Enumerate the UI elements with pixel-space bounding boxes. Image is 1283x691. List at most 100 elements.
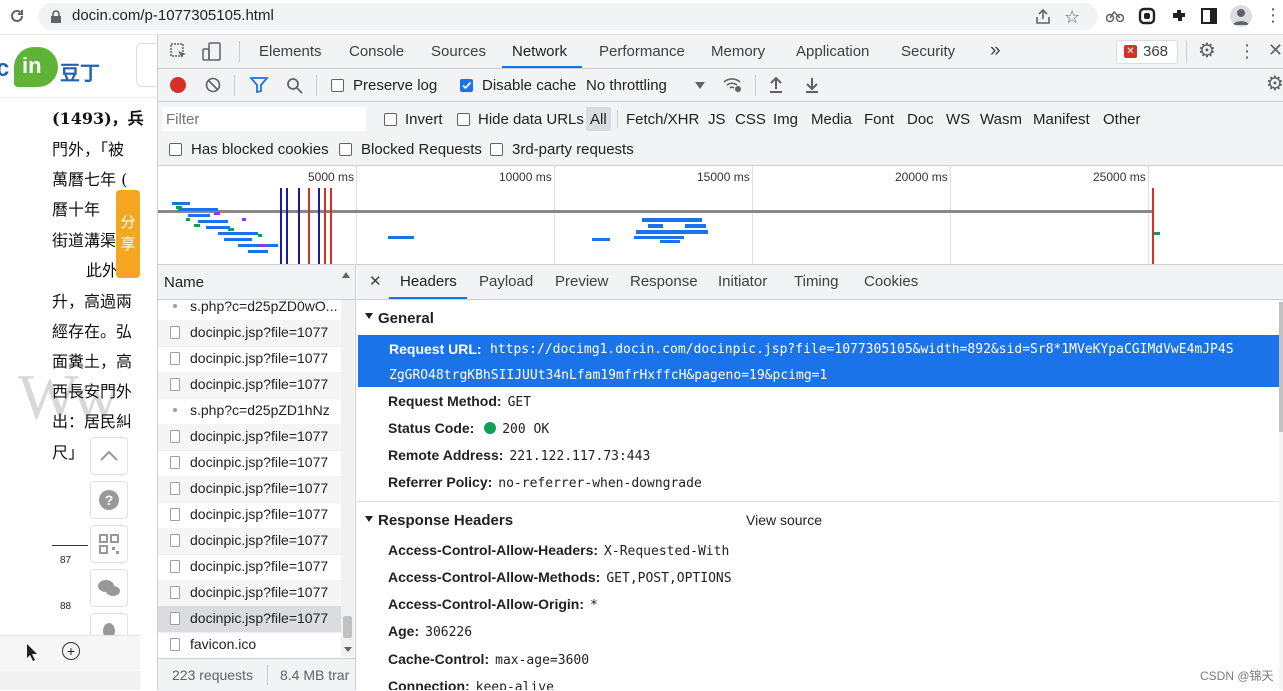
view-source-link[interactable]: View source <box>746 512 822 528</box>
network-conditions-icon[interactable] <box>723 76 743 97</box>
request-row[interactable]: s.php?c=d25pZD1hNz <box>158 398 341 425</box>
filter-funnel-icon[interactable] <box>249 77 269 96</box>
request-row[interactable]: docinpic.jsp?file=1077 <box>158 450 341 477</box>
tab-application[interactable]: Application <box>796 43 869 60</box>
tab-performance[interactable]: Performance <box>599 43 685 60</box>
response-headers-toggle[interactable] <box>365 516 373 522</box>
disable-cache-checkbox[interactable] <box>460 79 473 92</box>
type-filter-manifest[interactable]: Manifest <box>1033 111 1090 128</box>
close-devtools-icon[interactable]: ✕ <box>1268 40 1283 60</box>
extensions-puzzle-icon[interactable] <box>1170 7 1188 28</box>
share-tab[interactable]: 分享 <box>116 190 140 278</box>
type-filter-font[interactable]: Font <box>864 111 894 128</box>
tab-network[interactable]: Network <box>512 43 567 60</box>
type-filter-media[interactable]: Media <box>811 111 852 128</box>
request-row[interactable]: s.php?c=d25pZD0wO... <box>158 300 341 321</box>
tab-cookies[interactable]: Cookies <box>864 273 918 290</box>
tab-timing[interactable]: Timing <box>794 273 838 290</box>
request-list-scrollbar[interactable] <box>341 300 354 657</box>
clear-icon[interactable] <box>205 77 221 93</box>
has-blocked-cookies-checkbox[interactable] <box>169 143 182 156</box>
tab-payload[interactable]: Payload <box>479 273 533 290</box>
request-row[interactable]: docinpic.jsp?file=1077 <box>158 320 341 347</box>
scroll-up-button[interactable] <box>90 437 128 475</box>
tab-sources[interactable]: Sources <box>431 43 486 60</box>
type-filter-all[interactable]: All <box>590 111 607 128</box>
page-horizontal-scrollbar[interactable] <box>0 671 140 690</box>
request-list-scrollbar-thumb[interactable] <box>343 616 352 638</box>
tab-elements[interactable]: Elements <box>259 43 322 60</box>
sort-up-icon[interactable] <box>342 272 350 278</box>
tab-initiator[interactable]: Initiator <box>718 273 767 290</box>
request-row[interactable]: docinpic.jsp?file=1077 <box>158 346 341 373</box>
invert-checkbox[interactable] <box>384 113 397 126</box>
request-row-selected[interactable]: docinpic.jsp?file=1077 <box>158 606 341 633</box>
filter-input[interactable] <box>162 107 366 131</box>
lock-icon[interactable] <box>50 10 62 27</box>
extension-rounded-square-icon[interactable] <box>1138 7 1156 28</box>
devtools-menu-icon[interactable]: ⋮ <box>1238 41 1256 61</box>
request-row[interactable]: docinpic.jsp?file=1077 <box>158 476 341 503</box>
bookmark-star-icon[interactable]: ☆ <box>1064 7 1080 28</box>
details-scrollbar[interactable] <box>1279 300 1283 690</box>
tab-headers[interactable]: Headers <box>400 273 457 290</box>
general-section-toggle[interactable] <box>365 313 373 319</box>
close-details-icon[interactable]: ✕ <box>369 272 382 290</box>
type-filter-wasm[interactable]: Wasm <box>980 111 1022 128</box>
details-scrollbar-thumb[interactable] <box>1279 302 1283 432</box>
type-filter-other[interactable]: Other <box>1103 111 1141 128</box>
login-button-fragment[interactable] <box>136 43 156 87</box>
tab-preview[interactable]: Preview <box>555 273 608 290</box>
help-button[interactable]: ? <box>90 481 128 519</box>
device-toolbar-icon[interactable] <box>202 42 222 65</box>
type-filter-doc[interactable]: Doc <box>907 111 934 128</box>
extension-bike-icon[interactable] <box>1105 8 1125 27</box>
request-url-value-continued[interactable]: ZgGRO48trgKBhSIIJUUt34nLfam19mfrHxffcH&p… <box>389 368 827 383</box>
tab-console[interactable]: Console <box>349 43 404 60</box>
wechat-button[interactable] <box>90 569 128 607</box>
type-filter-js[interactable]: JS <box>708 111 726 128</box>
request-row[interactable]: docinpic.jsp?file=1077 <box>158 372 341 399</box>
preserve-log-checkbox[interactable] <box>331 79 344 92</box>
inspect-element-icon[interactable] <box>170 43 188 64</box>
request-row[interactable]: favicon.ico <box>158 632 341 657</box>
pointer-icon[interactable] <box>24 642 40 665</box>
profile-avatar-icon[interactable] <box>1230 5 1252 27</box>
overview-timeline[interactable]: 5000 ms 10000 ms 15000 ms 20000 ms 25000… <box>158 166 1283 265</box>
reload-icon[interactable] <box>8 7 26 25</box>
type-filter-img[interactable]: Img <box>773 111 798 128</box>
type-filter-ws[interactable]: WS <box>946 111 970 128</box>
tab-response[interactable]: Response <box>630 273 698 290</box>
search-icon[interactable] <box>286 77 303 97</box>
record-button[interactable] <box>170 77 186 93</box>
request-row[interactable]: docinpic.jsp?file=1077 <box>158 424 341 451</box>
error-count-badge[interactable]: ✕ 368 <box>1116 40 1178 64</box>
request-row[interactable]: docinpic.jsp?file=1077 <box>158 502 341 529</box>
settings-gear-icon[interactable]: ⚙ <box>1198 41 1216 61</box>
hide-data-urls-checkbox[interactable] <box>457 113 470 126</box>
export-har-icon[interactable] <box>804 76 820 97</box>
name-column-header[interactable]: Name <box>164 274 204 291</box>
type-filter-fetch-xhr[interactable]: Fetch/XHR <box>626 111 699 128</box>
response-headers-title[interactable]: Response Headers <box>378 512 513 529</box>
tab-memory[interactable]: Memory <box>711 43 765 60</box>
request-row[interactable]: docinpic.jsp?file=1077 <box>158 528 341 555</box>
import-har-icon[interactable] <box>768 76 784 97</box>
request-row[interactable]: docinpic.jsp?file=1077 <box>158 580 341 607</box>
url-text[interactable]: docin.com/p-1077305105.html <box>72 7 274 24</box>
zoom-in-icon[interactable]: + <box>62 642 80 660</box>
qr-code-button[interactable] <box>90 525 128 563</box>
more-tabs-button[interactable]: » <box>990 40 1001 62</box>
throttling-dropdown-arrow-icon[interactable] <box>695 82 705 89</box>
third-party-checkbox[interactable] <box>490 143 503 156</box>
type-filter-css[interactable]: CSS <box>735 111 766 128</box>
network-settings-gear-icon[interactable]: ⚙ <box>1266 74 1283 94</box>
browser-menu-icon[interactable]: ⋮ <box>1264 6 1282 24</box>
throttling-select[interactable]: No throttling <box>586 77 667 94</box>
side-panel-icon[interactable] <box>1201 8 1217 27</box>
request-url-value[interactable]: https://docimg1.docin.com/docinpic.jsp?f… <box>490 342 1234 357</box>
request-row[interactable]: docinpic.jsp?file=1077 <box>158 554 341 581</box>
blocked-requests-checkbox[interactable] <box>339 143 352 156</box>
share-icon[interactable] <box>1034 8 1052 29</box>
scroll-down-arrow-icon[interactable] <box>344 647 352 652</box>
